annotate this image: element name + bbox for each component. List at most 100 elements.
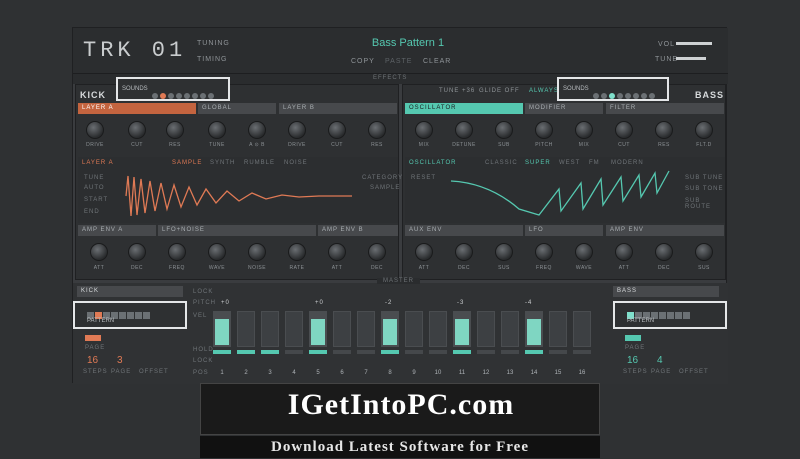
layer-a-header[interactable]: LAYER A — [78, 103, 196, 114]
reset-button[interactable]: RESET — [411, 175, 436, 181]
sound-slot[interactable] — [601, 93, 607, 99]
sound-slot[interactable] — [641, 93, 647, 99]
sound-slot-active[interactable] — [609, 93, 615, 99]
sound-slot[interactable] — [593, 93, 599, 99]
tab-classic[interactable]: CLASSIC — [485, 160, 518, 166]
tuning-button[interactable]: TUNING — [197, 40, 230, 47]
dec-knob[interactable] — [128, 243, 146, 261]
hold-toggle[interactable] — [213, 350, 231, 354]
bass-steps-value[interactable]: 16 — [627, 355, 638, 366]
aux-dec-knob[interactable] — [455, 243, 473, 261]
bass-page-value[interactable]: 4 — [657, 355, 663, 366]
param-label[interactable]: END — [84, 209, 100, 215]
mix-knob[interactable] — [415, 121, 433, 139]
step-cell[interactable] — [477, 311, 495, 347]
tab-synth[interactable]: SYNTH — [210, 160, 235, 166]
bass-lane-header[interactable]: BASS — [613, 286, 719, 297]
param-label[interactable]: START — [84, 197, 108, 203]
step-cell[interactable] — [237, 311, 255, 347]
step-cell[interactable] — [309, 311, 327, 347]
tab-rumble[interactable]: RUMBLE — [244, 160, 275, 166]
tab-modern[interactable]: MODERN — [611, 160, 644, 166]
pattern-slot[interactable] — [119, 312, 126, 319]
step-cell[interactable] — [501, 311, 519, 347]
pattern-slot[interactable] — [683, 312, 690, 319]
hold-toggle[interactable] — [381, 350, 399, 354]
kick-page-value[interactable]: 3 — [117, 355, 123, 366]
sound-slot[interactable] — [192, 93, 198, 99]
tune-knob[interactable] — [208, 121, 226, 139]
hold-toggle[interactable] — [525, 350, 543, 354]
sound-slot[interactable] — [649, 93, 655, 99]
sound-slot[interactable] — [625, 93, 631, 99]
hold-toggle[interactable] — [429, 350, 447, 354]
hold-toggle[interactable] — [261, 350, 279, 354]
step-cell[interactable] — [333, 311, 351, 347]
dec-b-knob[interactable] — [368, 243, 386, 261]
step-cell[interactable] — [213, 311, 231, 347]
hold-toggle[interactable] — [549, 350, 567, 354]
sound-slot-active[interactable] — [160, 93, 166, 99]
tab-west[interactable]: WEST — [559, 160, 580, 166]
lfo-wave-knob[interactable] — [575, 243, 593, 261]
sub-tune-label[interactable]: SUB TUNE — [685, 175, 723, 181]
rate-knob[interactable] — [288, 243, 306, 261]
hold-toggle[interactable] — [573, 350, 591, 354]
freq-knob[interactable] — [168, 243, 186, 261]
step-cell[interactable] — [429, 311, 447, 347]
param-label[interactable]: TUNE — [84, 175, 104, 181]
sound-slot[interactable] — [633, 93, 639, 99]
step-cell[interactable] — [549, 311, 567, 347]
always-setting[interactable]: ALWAYS — [529, 88, 559, 94]
tune-slider[interactable] — [676, 57, 706, 60]
step-cell[interactable] — [285, 311, 303, 347]
pattern-slot[interactable] — [143, 312, 150, 319]
kick-pattern-selector[interactable]: PATTERN — [73, 301, 187, 329]
kick-steps-value[interactable]: 16 — [87, 355, 98, 366]
detune-knob[interactable] — [455, 121, 473, 139]
res-b-knob[interactable] — [368, 121, 386, 139]
glide-setting[interactable]: GLIDE OFF — [479, 88, 520, 94]
clear-button[interactable]: CLEAR — [423, 58, 451, 65]
lfo-freq-knob[interactable] — [535, 243, 553, 261]
pattern-slot[interactable] — [127, 312, 134, 319]
hold-toggle[interactable] — [501, 350, 519, 354]
page-indicator[interactable] — [85, 335, 101, 341]
layer-b-header[interactable]: LAYER B — [279, 103, 397, 114]
hold-toggle[interactable] — [477, 350, 495, 354]
amp-dec-knob[interactable] — [655, 243, 673, 261]
sound-slot[interactable] — [208, 93, 214, 99]
hold-toggle[interactable] — [309, 350, 327, 354]
sound-slot[interactable] — [184, 93, 190, 99]
sound-slot[interactable] — [176, 93, 182, 99]
drive-b-knob[interactable] — [288, 121, 306, 139]
wave-knob[interactable] — [208, 243, 226, 261]
cut-b-knob[interactable] — [328, 121, 346, 139]
tune-setting[interactable]: TUNE +36 — [439, 88, 475, 94]
hold-toggle[interactable] — [453, 350, 471, 354]
amp-sus-knob[interactable] — [695, 243, 713, 261]
modifier-header[interactable]: MODIFIER — [525, 103, 603, 114]
bass-pattern-selector[interactable]: PATTERN — [613, 301, 727, 329]
noise-knob[interactable] — [248, 243, 266, 261]
att-b-knob[interactable] — [328, 243, 346, 261]
tab-noise[interactable]: NOISE — [284, 160, 308, 166]
amp-att-knob[interactable] — [615, 243, 633, 261]
aux-sus-knob[interactable] — [495, 243, 513, 261]
vol-slider[interactable] — [676, 42, 712, 45]
page-indicator[interactable] — [625, 335, 641, 341]
flt-d-knob[interactable] — [695, 121, 713, 139]
pitch-knob[interactable] — [535, 121, 553, 139]
filter-header[interactable]: FILTER — [606, 103, 724, 114]
kick-lane-header[interactable]: KICK — [77, 286, 183, 297]
pattern-slot[interactable] — [675, 312, 682, 319]
sub-tone-label[interactable]: SUB TONE — [685, 186, 723, 192]
oscillator-header[interactable]: OSCILLATOR — [405, 103, 523, 114]
aux-att-knob[interactable] — [415, 243, 433, 261]
bass-sounds-selector[interactable]: SOUNDS — [557, 77, 669, 101]
sound-slot[interactable] — [168, 93, 174, 99]
param-label[interactable]: AUTO — [84, 185, 105, 191]
category-label[interactable]: CATEGORY — [362, 175, 403, 181]
paste-button[interactable]: PASTE — [385, 58, 412, 65]
step-cell[interactable] — [261, 311, 279, 347]
